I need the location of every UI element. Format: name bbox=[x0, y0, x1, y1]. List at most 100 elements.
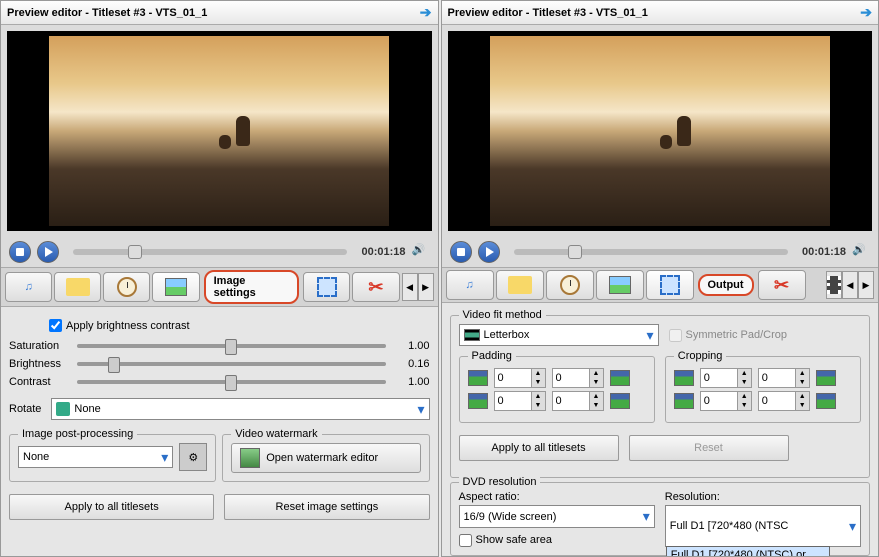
tab-subtitles[interactable] bbox=[54, 272, 101, 302]
collapse-arrow-icon[interactable]: ➔ bbox=[420, 4, 432, 21]
preview-frame bbox=[490, 36, 830, 226]
speaker-icon[interactable]: 🔊 bbox=[852, 243, 870, 261]
apply-all-button[interactable]: Apply to all titlesets bbox=[9, 494, 214, 520]
stop-button[interactable] bbox=[9, 241, 31, 263]
left-panel: Preview editor - Titleset #3 - VTS_01_1 … bbox=[0, 0, 439, 557]
seek-thumb[interactable] bbox=[568, 245, 582, 259]
play-button[interactable] bbox=[37, 241, 59, 263]
pad-bottom-spin[interactable]: ▲▼ bbox=[552, 391, 604, 411]
chevron-down-icon[interactable]: ▾ bbox=[646, 327, 653, 344]
open-watermark-button[interactable]: Open watermark editor bbox=[231, 443, 420, 473]
tab-scroll-right[interactable]: ▶ bbox=[418, 273, 434, 301]
music-icon: ♫ bbox=[24, 281, 32, 293]
crop-left-spin[interactable]: ▲▼ bbox=[700, 368, 752, 388]
symmetric-label: Symmetric Pad/Crop bbox=[669, 329, 787, 342]
brightness-slider[interactable] bbox=[77, 362, 386, 366]
fit-method-group: Video fit method Letterbox ▾ Symmetric P… bbox=[450, 315, 871, 478]
seek-thumb[interactable] bbox=[128, 245, 142, 259]
scissors-icon: ✂ bbox=[368, 277, 383, 298]
dvd-group-title: DVD resolution bbox=[459, 476, 541, 488]
watermark-group-title: Video watermark bbox=[231, 428, 321, 440]
saturation-slider[interactable] bbox=[77, 344, 386, 348]
chevron-down-icon[interactable]: ▾ bbox=[643, 508, 650, 525]
timecode: 00:01:18 bbox=[361, 246, 405, 258]
tab-image-settings[interactable] bbox=[596, 270, 644, 300]
left-titlebar: Preview editor - Titleset #3 - VTS_01_1 … bbox=[1, 1, 438, 25]
right-title: Preview editor - Titleset #3 - VTS_01_1 bbox=[448, 7, 648, 19]
cropping-title: Cropping bbox=[674, 350, 727, 362]
timecode: 00:01:18 bbox=[802, 246, 846, 258]
clock-icon bbox=[560, 275, 580, 295]
tab-scroll-left[interactable]: ◀ bbox=[842, 271, 858, 299]
resolution-dropdown: Full D1 [720*480 (NTSC) or Broadcast D1 … bbox=[666, 546, 830, 556]
watermark-button-label: Open watermark editor bbox=[266, 452, 378, 464]
reset-button[interactable]: Reset bbox=[629, 435, 789, 461]
crop-top-spin[interactable]: ▲▼ bbox=[700, 391, 752, 411]
tab-film[interactable] bbox=[826, 271, 842, 299]
tab-output[interactable] bbox=[646, 270, 694, 300]
chevron-down-icon[interactable]: ▾ bbox=[849, 518, 856, 535]
right-tabbar: ♫ Output ✂ ◀ ▶ bbox=[442, 267, 879, 303]
safe-area-row: Show safe area bbox=[459, 534, 655, 547]
post-combo[interactable]: None ▾ bbox=[18, 446, 173, 468]
seek-slider[interactable] bbox=[73, 249, 347, 255]
rotate-label: Rotate bbox=[9, 403, 41, 415]
tab-image-settings[interactable] bbox=[152, 272, 199, 302]
note-icon bbox=[66, 278, 90, 296]
crop-right-spin[interactable]: ▲▼ bbox=[758, 368, 810, 388]
tab-cut[interactable]: ✂ bbox=[352, 272, 399, 302]
crop-bottom-spin[interactable]: ▲▼ bbox=[758, 391, 810, 411]
apply-all-button[interactable]: Apply to all titlesets bbox=[459, 435, 619, 461]
crop-top-icon bbox=[674, 393, 694, 409]
resolution-label: Resolution: bbox=[665, 491, 861, 503]
aspect-ratio-combo[interactable]: 16/9 (Wide screen) ▾ bbox=[459, 505, 655, 528]
right-content: Video fit method Letterbox ▾ Symmetric P… bbox=[442, 303, 879, 556]
crop-icon bbox=[660, 275, 680, 295]
post-processing-group: Image post-processing None ▾ ⚙ bbox=[9, 434, 216, 482]
collapse-arrow-icon[interactable]: ➔ bbox=[860, 4, 872, 21]
stop-button[interactable] bbox=[450, 241, 472, 263]
rotate-combo[interactable]: None ▾ bbox=[51, 398, 429, 420]
right-panel: Preview editor - Titleset #3 - VTS_01_1 … bbox=[441, 0, 879, 557]
contrast-label: Contrast bbox=[9, 376, 69, 388]
chevron-down-icon[interactable]: ▾ bbox=[161, 449, 168, 466]
tab-label-output: Output bbox=[698, 274, 754, 296]
brightness-label: Brightness bbox=[9, 358, 69, 370]
film-icon bbox=[827, 276, 841, 294]
music-icon: ♫ bbox=[465, 279, 473, 291]
tab-cut[interactable]: ✂ bbox=[758, 270, 806, 300]
resolution-option-0[interactable]: Full D1 [720*480 (NTSC) or bbox=[667, 547, 829, 556]
reset-image-button[interactable]: Reset image settings bbox=[224, 494, 429, 520]
image-icon bbox=[165, 278, 187, 296]
tab-audio[interactable]: ♫ bbox=[446, 270, 494, 300]
chevron-down-icon[interactable]: ▾ bbox=[417, 401, 424, 418]
right-titlebar: Preview editor - Titleset #3 - VTS_01_1 … bbox=[442, 1, 879, 25]
post-group-title: Image post-processing bbox=[18, 428, 137, 440]
crop-right-icon bbox=[816, 370, 836, 386]
fit-combo[interactable]: Letterbox ▾ bbox=[459, 324, 659, 346]
watermark-icon bbox=[240, 448, 260, 468]
crop-bottom-icon bbox=[816, 393, 836, 409]
pad-left-spin[interactable]: ▲▼ bbox=[494, 368, 546, 388]
tab-output[interactable] bbox=[303, 272, 350, 302]
saturation-label: Saturation bbox=[9, 340, 69, 352]
pad-right-spin[interactable]: ▲▼ bbox=[552, 368, 604, 388]
tab-audio[interactable]: ♫ bbox=[5, 272, 52, 302]
tab-chapters[interactable] bbox=[546, 270, 594, 300]
speaker-icon[interactable]: 🔊 bbox=[412, 243, 430, 261]
contrast-slider[interactable] bbox=[77, 380, 386, 384]
tab-scroll-left[interactable]: ◀ bbox=[402, 273, 418, 301]
safe-area-checkbox[interactable] bbox=[459, 534, 472, 547]
right-preview bbox=[448, 31, 873, 231]
dvd-resolution-group: DVD resolution Aspect ratio: 16/9 (Wide … bbox=[450, 482, 871, 556]
letterbox-icon bbox=[464, 329, 480, 341]
tab-scroll-right[interactable]: ▶ bbox=[858, 271, 874, 299]
apply-brightness-checkbox[interactable] bbox=[49, 319, 62, 332]
resolution-combo[interactable]: Full D1 [720*480 (NTSC ▾ Full D1 [720*48… bbox=[665, 505, 861, 547]
play-button[interactable] bbox=[478, 241, 500, 263]
tab-subtitles[interactable] bbox=[496, 270, 544, 300]
tab-chapters[interactable] bbox=[103, 272, 150, 302]
post-config-button[interactable]: ⚙ bbox=[179, 443, 207, 471]
pad-top-spin[interactable]: ▲▼ bbox=[494, 391, 546, 411]
seek-slider[interactable] bbox=[514, 249, 788, 255]
